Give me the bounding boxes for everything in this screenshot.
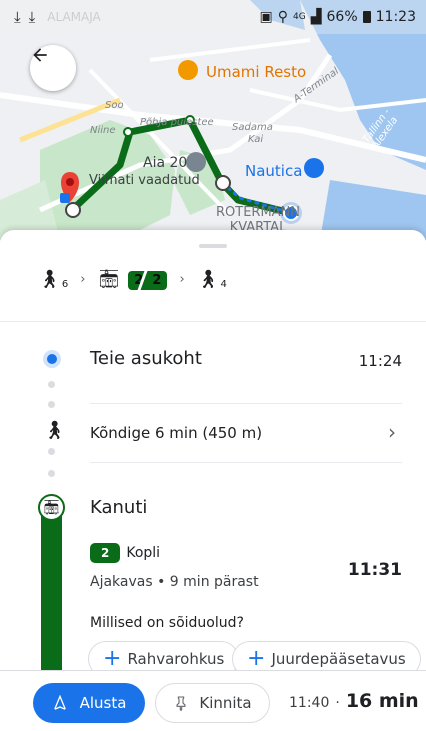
chevron-right-icon: › <box>388 420 396 444</box>
timeline-dot <box>48 470 55 477</box>
status-time: 11:23 <box>375 9 416 25</box>
origin-dot <box>47 354 57 364</box>
crowding-chip[interactable]: + Rahvarohkus <box>88 641 240 670</box>
place-marker <box>186 152 206 172</box>
eta-separator: · <box>335 695 340 711</box>
line-badge: 2 <box>90 543 121 563</box>
street-label: Niine <box>90 125 116 136</box>
depart-time: 11:31 <box>347 560 402 580</box>
walk-minutes: 6 <box>61 278 69 290</box>
restaurant-marker <box>178 60 198 80</box>
back-arrow-icon <box>33 48 47 62</box>
route-end-stop <box>215 175 231 191</box>
timeline-dot <box>48 448 55 455</box>
walk-instructions: Kõndige 6 min (450 m) <box>90 424 263 442</box>
chip-label: Juurdepääsetavus <box>271 650 406 668</box>
route-start-stop <box>65 202 81 218</box>
walk-step-summary: 🚶︎ 6 <box>38 269 68 290</box>
pin-icon <box>176 696 186 712</box>
location-icon: ⚲ <box>277 9 289 25</box>
status-left: ⤓ ⤓ ALAMAJA <box>14 8 101 26</box>
divider <box>90 462 402 463</box>
walk-step-row[interactable]: 🚶︎ Kõndige 6 min (450 m) › <box>0 410 426 456</box>
walk-icon: 🚶︎ <box>38 268 61 290</box>
walk-minutes: 4 <box>220 278 227 290</box>
tram-stop-icon: 🚋︎ <box>38 494 65 521</box>
origin-title: Teie asukoht <box>90 348 202 369</box>
map-view[interactable]: Umami Resto Nautica Aia 20 Viimati vaada… <box>0 0 426 240</box>
pin-button[interactable]: Kinnita <box>155 683 270 723</box>
divider <box>90 403 402 404</box>
plus-icon: + <box>103 646 122 670</box>
pin-label: Kinnita <box>199 694 252 712</box>
origin-time: 11:24 <box>358 352 402 370</box>
plus-icon: + <box>247 646 266 670</box>
download-icon: ⤓ <box>28 8 36 26</box>
start-label: Alusta <box>79 694 127 712</box>
chevron-right-icon: › <box>179 271 185 287</box>
bus-stop-icon <box>60 193 70 203</box>
poi-rotermann-line1: ROTERMANN <box>216 205 301 220</box>
arrival-time: 11:40 <box>289 695 330 711</box>
poi-nautica-label[interactable]: Nautica <box>245 162 302 180</box>
network-label: 4G <box>293 12 306 22</box>
directions-sheet[interactable]: 🚶︎ 6 › 🚋︎ 2 2 › 🚶︎ 4 Teie asukoht 11:24 🚶︎… <box>0 230 426 670</box>
line-destination: Kopli <box>126 545 161 561</box>
street-label: Sadama <box>232 122 273 133</box>
stop-title[interactable]: Kanuti <box>90 497 147 518</box>
line-number: 2 <box>134 272 144 288</box>
drag-handle[interactable] <box>199 244 227 248</box>
walk-step-summary: 🚶︎ 4 <box>197 269 227 290</box>
line-badge: 2 2 <box>128 270 168 290</box>
status-right: ▣ ⚲ 4G ▟ 66% 11:23 <box>260 9 416 25</box>
walk-icon: 🚶︎ <box>43 420 66 441</box>
eta-summary: 11:40 · 16 min <box>289 690 419 712</box>
navigation-arrow-icon <box>53 695 66 710</box>
accessibility-chip[interactable]: + Juurdepääsetavus <box>232 641 421 670</box>
screenshot-icon: ▣ <box>259 9 273 25</box>
status-bar: ⤓ ⤓ ALAMAJA ▣ ⚲ 4G ▟ 66% 11:23 <box>0 0 426 34</box>
back-button[interactable] <box>30 45 76 91</box>
line-row[interactable]: 2 Kopli <box>90 543 160 563</box>
transit-line-bar <box>41 510 62 670</box>
battery-icon <box>362 11 371 23</box>
timeline-dot <box>48 381 55 388</box>
chevron-right-icon: › <box>80 271 86 287</box>
street-label: Soo <box>105 100 124 111</box>
poi-umami-label[interactable]: Umami Resto <box>206 63 306 81</box>
download-icon: ⤓ <box>14 8 21 26</box>
recently-viewed-label: Viimati vaadatud <box>89 173 200 188</box>
trip-duration: 16 min <box>345 690 419 712</box>
tram-icon: 🚋︎ <box>97 268 121 290</box>
chip-label: Rahvarohkus <box>127 650 225 668</box>
schedule-text: Ajakavas • 9 min pärast <box>90 574 259 590</box>
divider <box>0 321 426 322</box>
street-label: Kai <box>248 134 264 145</box>
shop-marker <box>304 158 324 178</box>
ride-question: Millised on sõiduolud? <box>90 615 244 631</box>
route-stop <box>123 127 133 137</box>
timeline-dot <box>48 401 55 408</box>
battery-percent: 66% <box>326 9 358 25</box>
signal-icon: ▟ <box>310 9 322 25</box>
street-label: Põhja puiestee <box>140 117 214 128</box>
tram-step-summary: 🚋︎ 2 2 <box>97 268 168 290</box>
start-button[interactable]: Alusta <box>33 683 145 723</box>
line-number: 2 <box>152 272 162 288</box>
route-summary: 🚶︎ 6 › 🚋︎ 2 2 › 🚶︎ 4 <box>38 266 227 292</box>
walk-icon: 🚶︎ <box>196 268 220 290</box>
bottom-action-bar: Alusta Kinnita 11:40 · 16 min <box>0 670 426 731</box>
poi-aia-label[interactable]: Aia 20 <box>143 155 187 171</box>
status-faded-text: ALAMAJA <box>47 10 101 24</box>
